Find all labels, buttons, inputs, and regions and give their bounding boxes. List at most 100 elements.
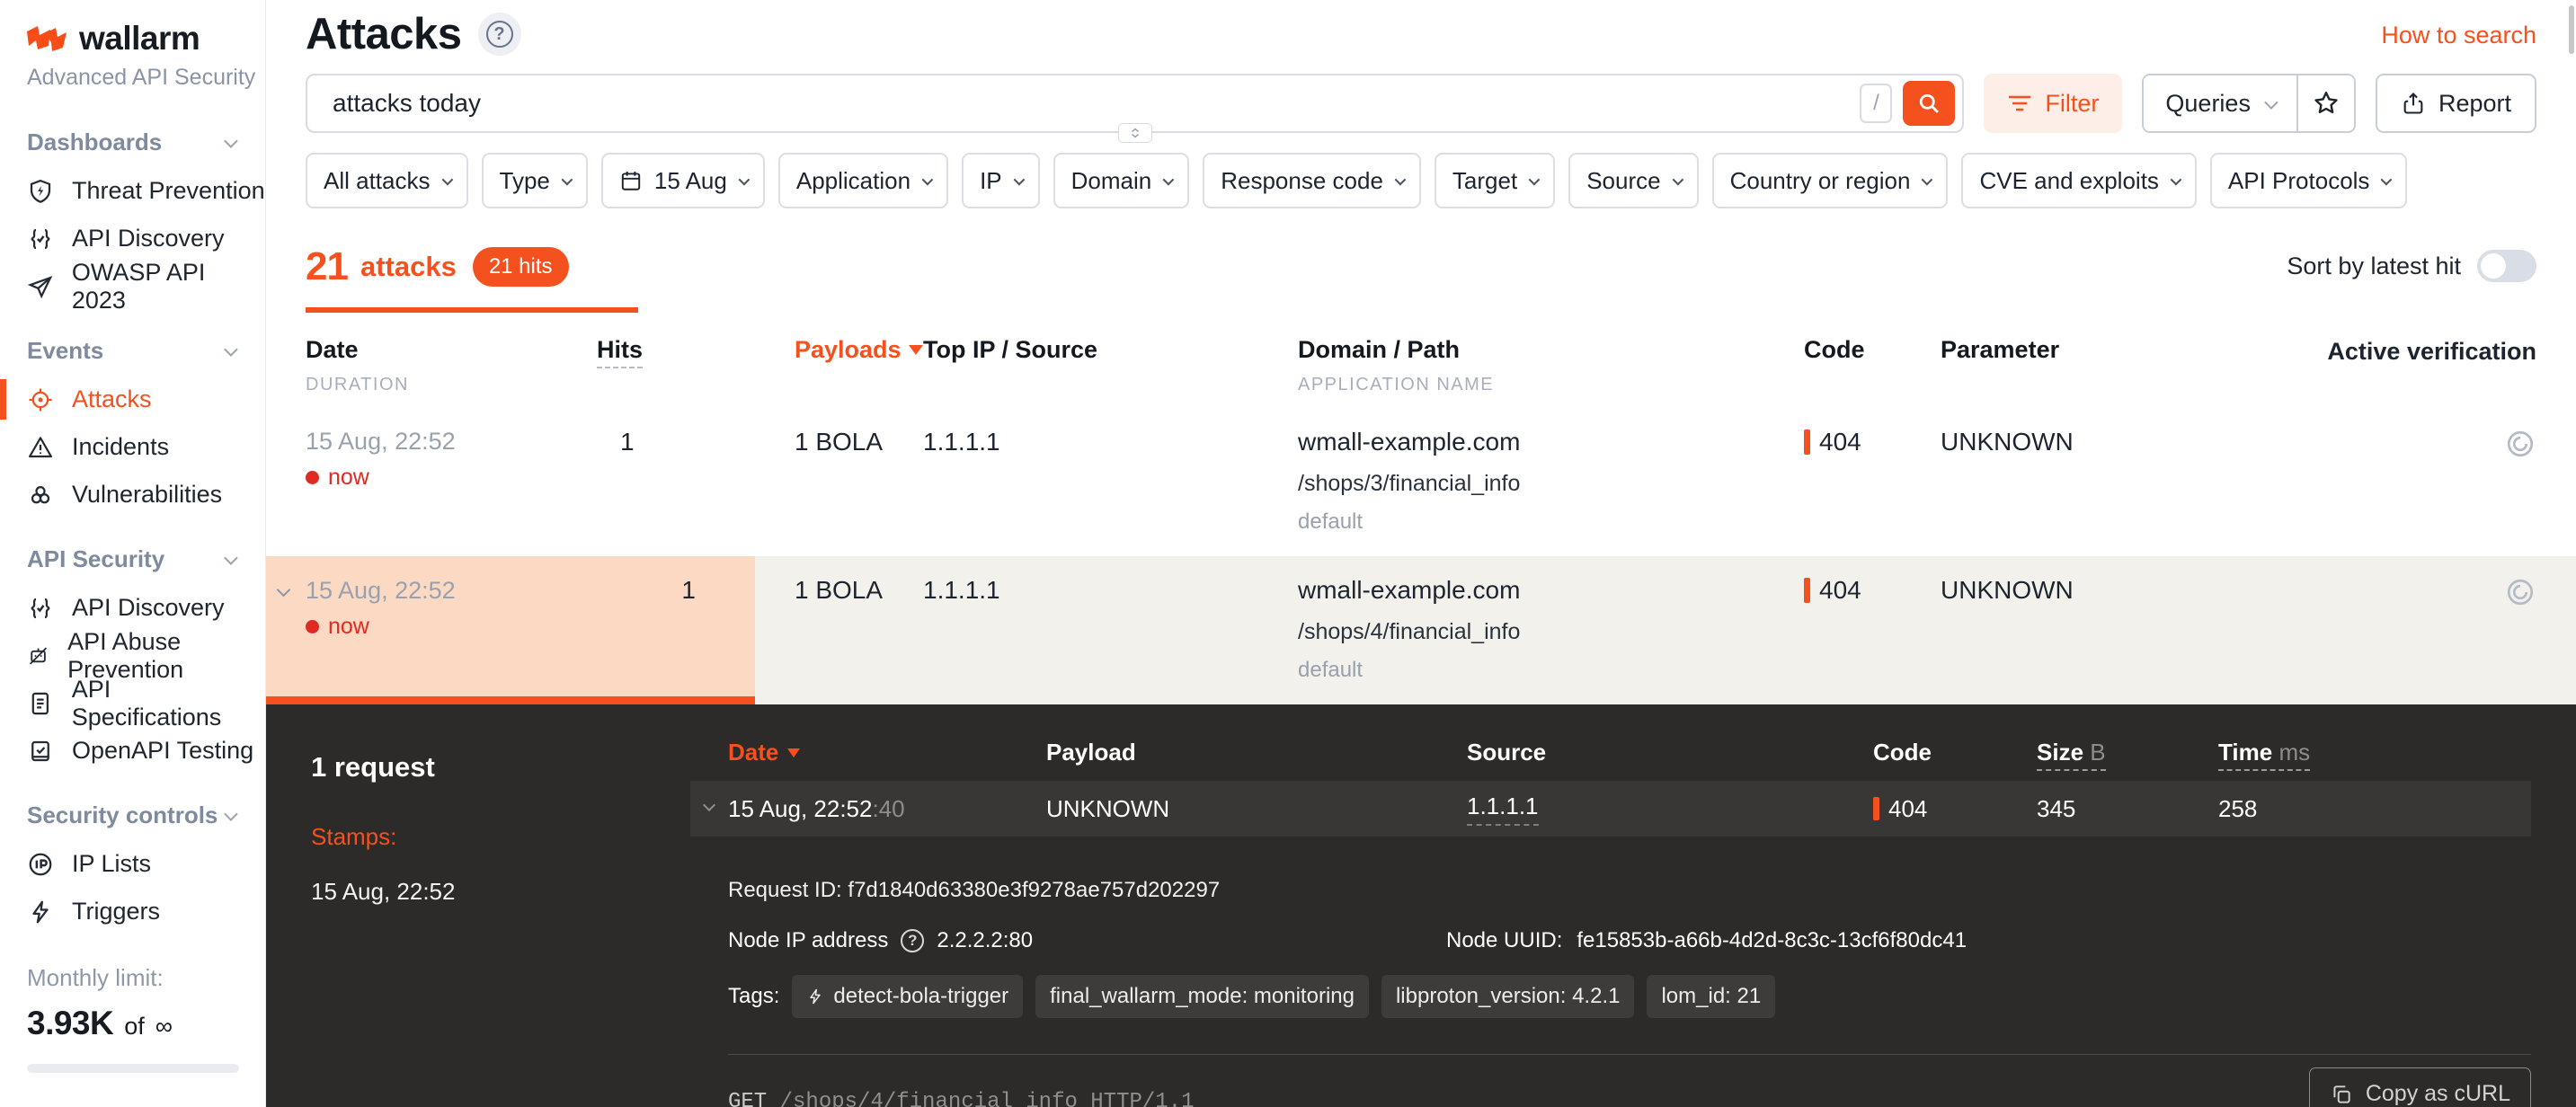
attack-freshness: now [328, 465, 369, 491]
attacks-summary-tab[interactable]: 21 attacks 21 hits [306, 244, 638, 313]
status-code-bar [1804, 578, 1810, 603]
chip-cve[interactable]: CVE and exploits [1961, 153, 2196, 208]
chip-label: Country or region [1730, 167, 1911, 195]
tag-final-wallarm-mode[interactable]: final_wallarm_mode: monitoring [1035, 975, 1369, 1018]
shield-bolt-icon [27, 178, 54, 205]
sidebar-section-events[interactable]: Events [0, 337, 265, 365]
chip-type[interactable]: Type [482, 153, 588, 208]
sidebar-item-openapi-testing[interactable]: OpenAPI Testing [0, 727, 265, 775]
chip-country[interactable]: Country or region [1712, 153, 1949, 208]
sidebar-item-label: OpenAPI Testing [72, 737, 253, 765]
attack-hits: 1 [620, 428, 635, 456]
sidebar-item-api-discovery[interactable]: API Discovery [0, 215, 265, 262]
chip-api-protocols[interactable]: API Protocols [2210, 153, 2408, 208]
sidebar-item-api-discovery-2[interactable]: API Discovery [0, 584, 265, 632]
sidebar-section-dashboards[interactable]: Dashboards [0, 128, 265, 156]
chip-label: IP [980, 167, 1002, 195]
attack-row-expanded[interactable]: 15 Aug, 22:52 now 1 1 BOLA 1.1.1.1 wmall… [266, 556, 2576, 704]
chip-label: CVE and exploits [1979, 167, 2158, 195]
col-application: APPLICATION NAME [1298, 375, 1804, 395]
chip-label: All attacks [324, 167, 431, 195]
chip-source[interactable]: Source [1568, 153, 1698, 208]
favorite-queries-button[interactable] [2296, 75, 2354, 131]
chip-target[interactable]: Target [1435, 153, 1555, 208]
monthly-limit-separator: of [124, 1013, 145, 1041]
filter-button[interactable]: Filter [1984, 74, 2122, 133]
active-verification-icon[interactable] [2504, 576, 2536, 608]
chevron-down-icon [2381, 173, 2393, 185]
requests-table-header: Date Payload Source Code Size B Time ms [690, 739, 2576, 781]
tag-label: lom_id: 21 [1661, 984, 1761, 1009]
active-tab-underline [306, 307, 638, 313]
sort-by-latest-hit-toggle[interactable] [2477, 250, 2536, 282]
req-col-date[interactable]: Date [728, 739, 800, 766]
active-verification-icon[interactable] [2504, 428, 2536, 460]
chip-response-code[interactable]: Response code [1203, 153, 1421, 208]
tag-lom-id[interactable]: lom_id: 21 [1647, 975, 1775, 1018]
how-to-search-link[interactable]: How to search [2381, 22, 2536, 49]
scrollbar[interactable] [2569, 5, 2574, 54]
attack-hits: 1 [681, 576, 696, 605]
help-button[interactable]: ? [478, 13, 521, 56]
req-col-payload: Payload [1046, 739, 1136, 766]
warning-triangle-icon [27, 434, 54, 461]
sidebar-item-label: API Discovery [72, 594, 225, 622]
expanded-date-cell[interactable]: 15 Aug, 22:52 now 1 [266, 556, 755, 704]
sidebar-item-triggers[interactable]: Triggers [0, 888, 265, 935]
chevron-down-icon [441, 173, 453, 185]
question-icon: ? [486, 21, 513, 48]
sidebar-item-label: API Discovery [72, 225, 225, 252]
chip-date[interactable]: 15 Aug [601, 153, 765, 208]
search-input[interactable] [333, 89, 1860, 118]
search-box[interactable]: / [306, 74, 1964, 133]
chevron-down-icon [224, 134, 238, 148]
brand-logo[interactable]: wallarm [0, 20, 265, 58]
request-code: 404 [1888, 795, 1927, 823]
attack-top-ip[interactable]: 1.1.1.1 [923, 428, 1000, 456]
sidebar-section-security-controls[interactable]: Security controls [0, 801, 265, 829]
http-method: GET [728, 1090, 767, 1107]
sidebar-item-owasp-api-2023[interactable]: OWASP API 2023 [0, 262, 265, 310]
tag-libproton-version[interactable]: libproton_version: 4.2.1 [1381, 975, 1635, 1018]
sidebar-item-incidents[interactable]: Incidents [0, 423, 265, 471]
chip-label: Application [796, 167, 910, 195]
sidebar-item-ip-lists[interactable]: IP Lists [0, 840, 265, 888]
sidebar-section-api-security[interactable]: API Security [0, 545, 265, 573]
col-payloads[interactable]: Payloads [795, 336, 923, 364]
attack-detail-panel: 1 request Stamps: 15 Aug, 22:52 Date Pay… [266, 704, 2576, 1107]
sidebar-item-api-abuse-prevention[interactable]: API Abuse Prevention [0, 632, 265, 679]
filter-chips-row: All attacks Type 15 Aug Application IP D… [306, 153, 2536, 208]
search-button[interactable] [1903, 81, 1955, 126]
chip-ip[interactable]: IP [962, 153, 1040, 208]
req-col-time[interactable]: Time ms [2218, 739, 2310, 771]
chip-application[interactable]: Application [778, 153, 948, 208]
copy-as-curl-button[interactable]: Copy as cURL [2309, 1067, 2531, 1107]
ip-circle-icon [27, 851, 54, 878]
col-hits[interactable]: Hits [597, 336, 643, 368]
monthly-limit-progressbar [27, 1064, 239, 1073]
chip-label: Target [1452, 167, 1517, 195]
request-row[interactable]: 15 Aug, 22:52:40 UNKNOWN 1.1.1.1 404 345… [690, 781, 2531, 837]
chevron-down-icon [1922, 173, 1933, 185]
tag-detect-bola-trigger[interactable]: detect-bola-trigger [792, 975, 1023, 1018]
section-label: Security controls [27, 801, 218, 829]
search-resize-handle[interactable] [1118, 123, 1152, 143]
attack-domain: wmall-example.com [1298, 576, 1804, 605]
queries-dropdown[interactable]: Queries [2144, 75, 2296, 131]
attack-row[interactable]: 15 Aug, 22:52 now 1 1 BOLA 1.1.1.1 wmall… [266, 408, 2576, 556]
attacks-unit: attacks [360, 251, 457, 283]
req-col-time-unit: ms [2278, 739, 2310, 766]
sidebar-item-vulnerabilities[interactable]: Vulnerabilities [0, 471, 265, 518]
request-seconds: :40 [872, 795, 904, 822]
report-button[interactable]: Report [2376, 74, 2536, 133]
info-icon[interactable]: ? [901, 929, 924, 952]
request-source[interactable]: 1.1.1.1 [1467, 793, 1539, 826]
chip-domain[interactable]: Domain [1053, 153, 1190, 208]
sidebar-item-attacks[interactable]: Attacks [0, 376, 265, 423]
req-col-size[interactable]: Size B [2037, 739, 2106, 771]
attack-top-ip[interactable]: 1.1.1.1 [923, 576, 1000, 604]
sidebar-item-threat-prevention[interactable]: Threat Prevention [0, 167, 265, 215]
sidebar-item-api-specifications[interactable]: API Specifications [0, 679, 265, 727]
checkbox-doc-icon [27, 738, 54, 765]
chip-all-attacks[interactable]: All attacks [306, 153, 468, 208]
